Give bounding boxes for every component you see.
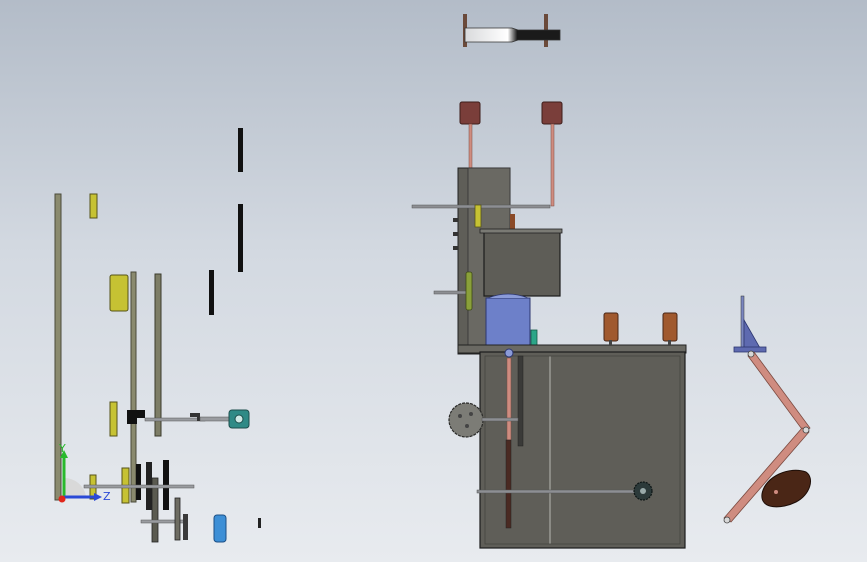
x-axis-dot [58,495,66,503]
top-roller-assembly [463,14,561,47]
blue-cylinder[interactable] [213,514,227,543]
copper-link-upper[interactable] [747,351,811,433]
vertical-rail-right[interactable] [154,273,162,437]
hook-shaft[interactable] [199,416,231,422]
gray-gear-disc[interactable] [448,402,484,438]
hanging-pad-left[interactable] [459,101,481,125]
dark-spur-gear-hub [640,488,646,494]
small-knob-2[interactable] [453,232,458,236]
cabinet-pad-left[interactable] [603,312,619,342]
teal-gear-hub [234,414,244,424]
disc-stack-1[interactable] [136,464,141,500]
small-knob-1[interactable] [453,218,458,222]
bracket-shaft[interactable] [144,417,206,422]
link-joint-bottom [723,516,731,524]
copper-rod-vertical[interactable] [506,357,512,441]
linkage-post[interactable] [740,295,745,349]
dark-rod-vertical[interactable] [505,439,512,529]
main-machine [411,101,687,549]
y-axis-label: Y [58,442,66,455]
blue-motor[interactable] [485,297,531,349]
z-axis-arrow [94,493,102,501]
link-joint-top [747,350,755,358]
upper-box-lid [479,228,563,234]
small-tab[interactable] [258,518,261,528]
gear-shaft[interactable] [481,417,519,422]
black-bar-2[interactable] [238,204,243,272]
right-linkage [723,295,811,524]
coordinate-triad[interactable]: Y Z [58,442,111,503]
assembly-drawing: Y Z [54,14,811,549]
pad-stem-left [609,340,612,346]
gear-hole-3 [465,424,469,428]
disc-small-gray[interactable] [174,497,181,541]
small-knob-3[interactable] [453,246,458,250]
yellow-block-small[interactable] [89,193,98,219]
yellow-block-mid[interactable] [109,401,118,437]
vertical-rail-mid[interactable] [130,271,137,503]
pad-rod-right[interactable] [550,123,555,207]
cabinet-pad-right[interactable] [662,312,678,342]
bottom-shaft[interactable] [476,489,638,494]
linkage-gusset[interactable] [743,318,761,349]
upper-box[interactable] [483,229,561,297]
rod-joint[interactable] [504,348,514,358]
disc-small-dark[interactable] [183,514,188,540]
brown-tab[interactable] [510,214,515,230]
black-bracket[interactable] [127,410,145,424]
gear-hole-1 [458,414,462,418]
exploded-parts-group [54,128,261,543]
yellow-roller[interactable] [109,274,129,312]
cam-pin [774,490,778,494]
hanging-pad-right[interactable] [541,101,563,125]
yellow-gear-upper[interactable] [474,204,482,228]
link-joint-mid [802,426,810,434]
z-axis-label: Z [103,490,111,503]
black-bar-3[interactable] [209,270,214,315]
black-bar-1[interactable] [238,128,243,172]
green-gear-mid[interactable] [465,271,473,311]
dark-post[interactable] [517,355,524,447]
cad-viewport[interactable]: Y Z [0,0,867,562]
gear-hole-2 [469,412,473,416]
top-roller[interactable] [464,27,561,43]
lower-shaft[interactable] [83,484,195,489]
pad-stem-right [668,340,671,346]
triad-shade [64,477,86,496]
